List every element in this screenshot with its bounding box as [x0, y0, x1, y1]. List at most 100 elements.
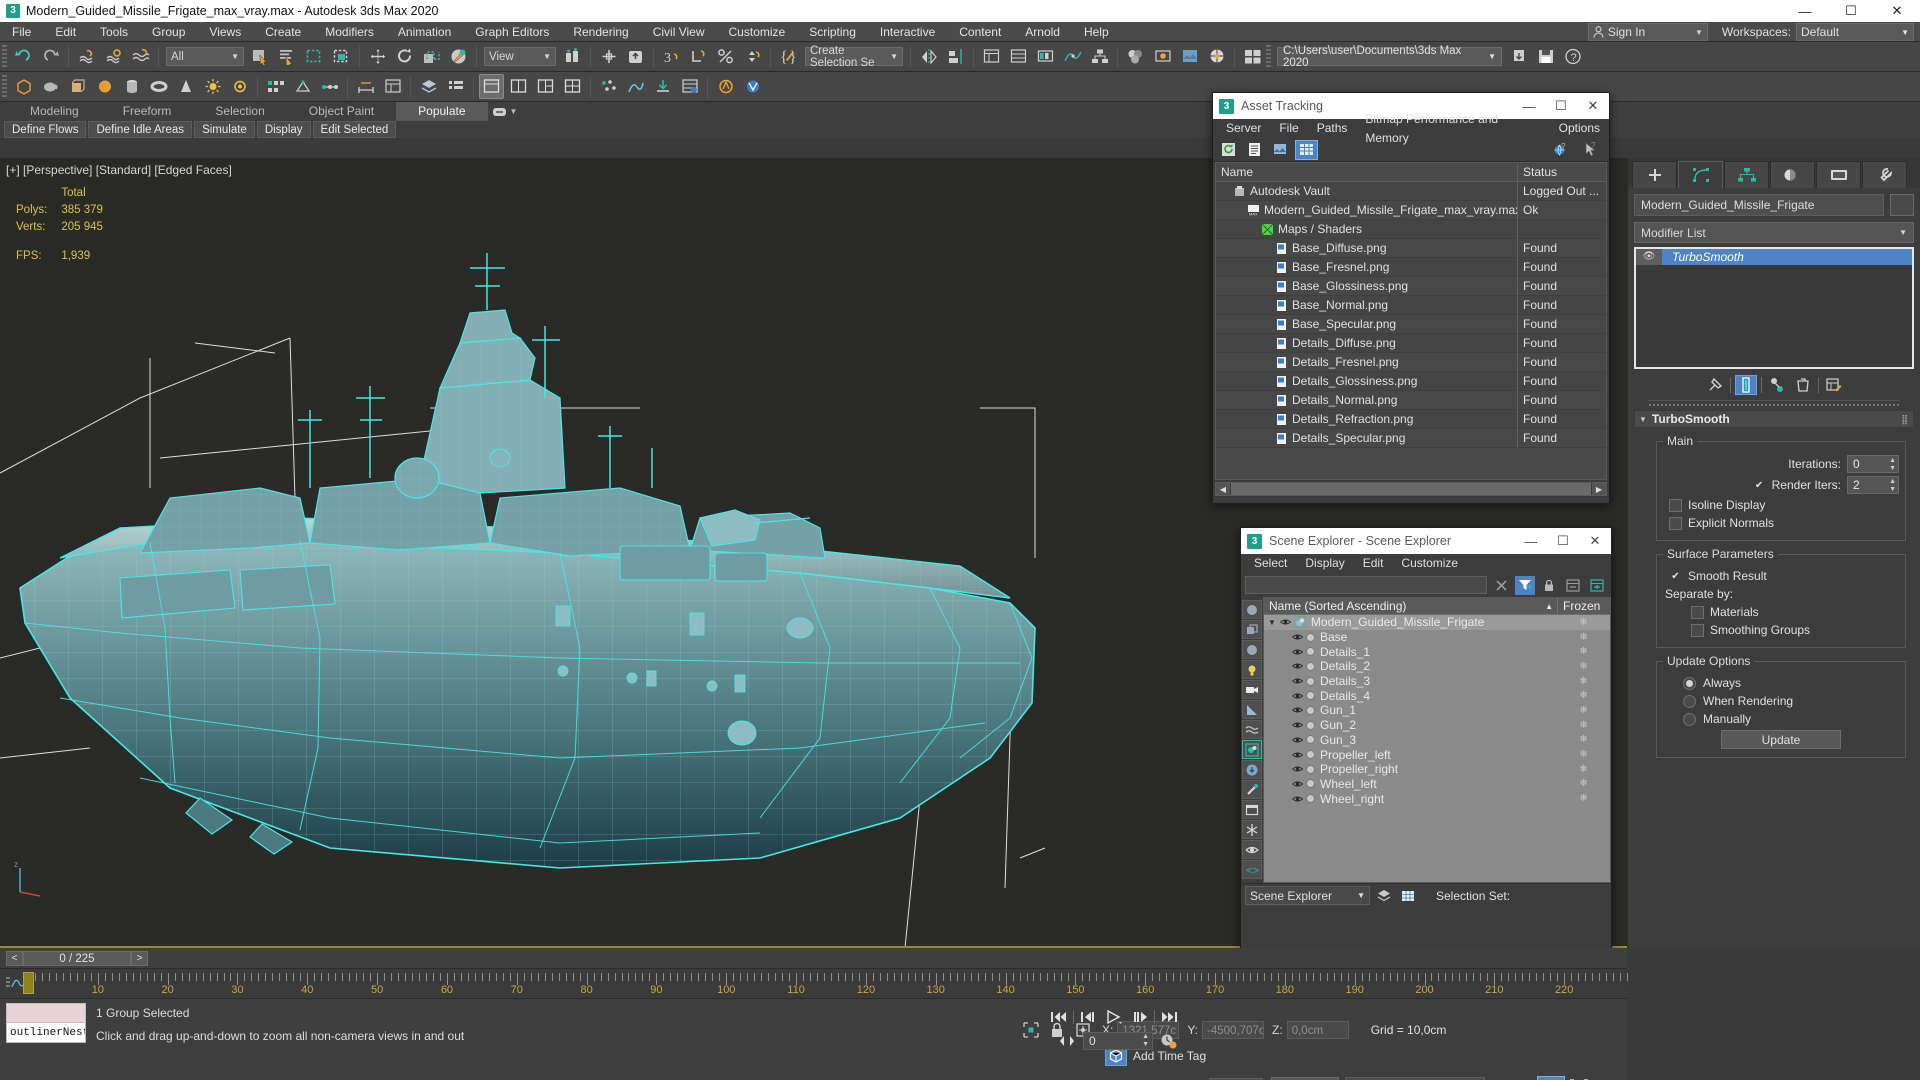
visibility-eye-icon[interactable]: [1292, 677, 1303, 685]
track-bar[interactable]: 0102030405060708090100110120130140150160…: [0, 968, 1628, 998]
bitmap-view-icon[interactable]: [1269, 140, 1292, 160]
help-pointer-icon[interactable]: ?: [1579, 140, 1602, 160]
help-globe-icon[interactable]: ?: [1549, 140, 1572, 160]
select-cameras-icon[interactable]: [1242, 680, 1262, 699]
next-frame-icon[interactable]: [1128, 1006, 1152, 1028]
unlink-selection-button[interactable]: [101, 44, 126, 69]
ribbon-button-edit-selected[interactable]: Edit Selected: [312, 121, 397, 138]
project-folder-button[interactable]: [1240, 44, 1265, 69]
visibility-eye-icon[interactable]: [1292, 795, 1303, 803]
visibility-eye-icon[interactable]: [1292, 692, 1303, 700]
se-menu-edit[interactable]: Edit: [1354, 554, 1393, 573]
key-mode-toggle-icon[interactable]: [1055, 1030, 1079, 1052]
open-file-button[interactable]: [1506, 44, 1531, 69]
iterations-spinner[interactable]: 0 ▲ ▼: [1847, 455, 1899, 473]
tab-modify[interactable]: [1678, 161, 1723, 188]
edit-named-selection-sets-button[interactable]: {}: [776, 44, 801, 69]
ribbon-tab-freeform[interactable]: Freeform: [101, 102, 194, 121]
material-editor-button[interactable]: [1123, 44, 1148, 69]
project-path-field[interactable]: C:\Users\user\Documents\3ds Max 2020 ▼: [1277, 45, 1502, 69]
lock-icon[interactable]: [1539, 576, 1559, 595]
modifier-stack-entry[interactable]: 👁 TurboSmooth: [1636, 249, 1912, 265]
vray-toolbar-button[interactable]: [740, 74, 765, 99]
scene-list-item[interactable]: Propeller_left ❄: [1264, 747, 1610, 762]
se-menu-customize[interactable]: Customize: [1392, 554, 1467, 573]
snapshot-button[interactable]: [290, 74, 315, 99]
snap-3-toggle-button[interactable]: 3: [659, 44, 684, 69]
asset-row[interactable]: Base_Normal.png Found: [1216, 295, 1606, 315]
asset-row[interactable]: MAX Modern_Guided_Missile_Frigate_max_vra…: [1216, 200, 1606, 220]
torus-button[interactable]: [146, 74, 171, 99]
drag-handle-icon[interactable]: ⣿: [1901, 414, 1909, 425]
expand-collapse-triangle-icon[interactable]: ▼: [1268, 618, 1276, 627]
spacing-tool-button[interactable]: [317, 74, 342, 99]
asset-tracking-button[interactable]: [677, 74, 702, 99]
select-helpers-icon[interactable]: [1242, 700, 1262, 719]
menu-item-animation[interactable]: Animation: [386, 22, 463, 42]
scroll-left-arrow-icon[interactable]: ◀: [1216, 483, 1230, 495]
explicit-normals-row[interactable]: Explicit Normals: [1669, 516, 1899, 530]
collapse-all-icon[interactable]: [1563, 576, 1583, 595]
at-menu-paths[interactable]: Paths: [1308, 119, 1357, 138]
sphere-button[interactable]: [92, 74, 117, 99]
menu-item-civil-view[interactable]: Civil View: [641, 22, 717, 42]
menu-item-file[interactable]: File: [0, 22, 43, 42]
asset-tracking-maximize-button[interactable]: ☐: [1545, 93, 1577, 119]
at-menu-server[interactable]: Server: [1217, 119, 1270, 138]
asset-row[interactable]: Details_Specular.png Found: [1216, 428, 1606, 448]
frozen-cell[interactable]: ❄: [1557, 676, 1610, 687]
modifier-list-dropdown[interactable]: Modifier List ▼: [1634, 222, 1914, 243]
isoline-display-checkbox[interactable]: [1669, 498, 1682, 512]
scene-explorer-close-button[interactable]: ✕: [1579, 528, 1611, 554]
search-input[interactable]: [1245, 576, 1487, 594]
at-menu-bitmap-performance[interactable]: Bitmap Performance and Memory: [1356, 110, 1549, 148]
asset-tracking-close-button[interactable]: ✕: [1577, 93, 1609, 119]
visibility-eye-icon[interactable]: [1292, 633, 1303, 641]
scene-list-item[interactable]: Wheel_right ❄: [1264, 791, 1610, 806]
ribbon-tab-object-paint[interactable]: Object Paint: [287, 102, 396, 121]
ribbon-tab-selection[interactable]: Selection: [193, 102, 286, 121]
maximize-button[interactable]: ☐: [1828, 0, 1874, 22]
make-unique-button[interactable]: [1766, 375, 1788, 395]
visibility-eye-icon[interactable]: [1292, 721, 1303, 729]
pin-stack-button[interactable]: [1704, 375, 1726, 395]
render-setup-button[interactable]: [1150, 44, 1175, 69]
sign-in-button[interactable]: Sign In ▼: [1587, 23, 1708, 41]
zoom-extents-all-icon[interactable]: [1593, 1076, 1621, 1080]
se-menu-display[interactable]: Display: [1296, 554, 1353, 573]
menu-item-group[interactable]: Group: [140, 22, 197, 42]
rectangular-selection-region-button[interactable]: [302, 44, 327, 69]
select-space-warps-icon[interactable]: [1242, 720, 1262, 739]
update-when-rendering-row[interactable]: When Rendering: [1683, 694, 1899, 708]
ribbon-tab-populate[interactable]: Populate: [396, 102, 488, 121]
camera-button[interactable]: [227, 74, 252, 99]
toolbar-grip[interactable]: [1266, 44, 1271, 69]
asset-row[interactable]: Base_Glossiness.png Found: [1216, 276, 1606, 296]
freeze-icon[interactable]: [1242, 820, 1262, 839]
frozen-cell[interactable]: ❄: [1557, 793, 1610, 804]
particle-view-button[interactable]: [596, 74, 621, 99]
select-xrefs-icon[interactable]: [1242, 760, 1262, 779]
configure-modifier-sets-button[interactable]: [1823, 375, 1845, 395]
select-groups-icon[interactable]: [1242, 740, 1262, 759]
object-color-swatch[interactable]: [1890, 194, 1914, 216]
teapot-button[interactable]: [38, 74, 63, 99]
help-button[interactable]: ?: [1560, 44, 1585, 69]
select-and-scale-button[interactable]: [419, 44, 444, 69]
render-production-button[interactable]: [1204, 44, 1229, 69]
spinner-arrows-icon[interactable]: ▲ ▼: [1142, 1033, 1149, 1049]
update-always-row[interactable]: Always: [1683, 676, 1899, 690]
update-manually-radio[interactable]: [1683, 712, 1696, 726]
select-containers-icon[interactable]: [1242, 800, 1262, 819]
viewport-layout-2-button[interactable]: [506, 74, 531, 99]
maxscript-input-pane[interactable]: outlinerNest: [6, 1023, 86, 1043]
menu-item-customize[interactable]: Customize: [717, 22, 798, 42]
tab-motion[interactable]: [1770, 161, 1815, 188]
frozen-cell[interactable]: ❄: [1557, 690, 1610, 701]
frozen-cell[interactable]: ❄: [1557, 617, 1610, 628]
menu-item-modifiers[interactable]: Modifiers: [313, 22, 386, 42]
cone-button[interactable]: [173, 74, 198, 99]
redo-button[interactable]: [38, 44, 63, 69]
list-view-icon[interactable]: [1243, 140, 1266, 160]
scene-column-frozen[interactable]: Frozen: [1557, 598, 1610, 615]
